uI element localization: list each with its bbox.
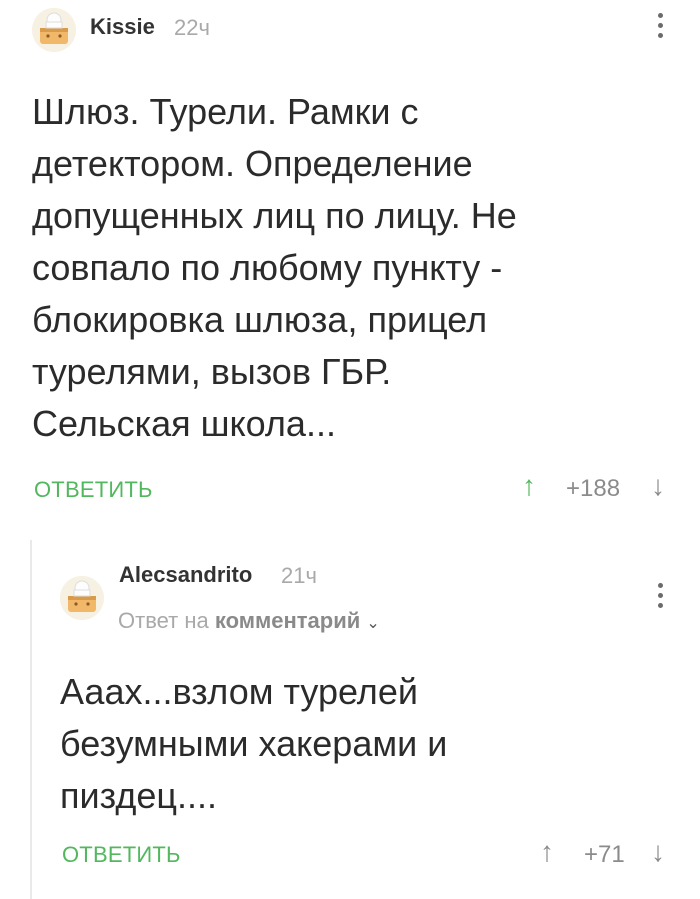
reply-button[interactable]: ОТВЕТИТЬ: [34, 477, 153, 503]
comment-text: Аааx...взлом турелей безумными хакерами …: [60, 671, 448, 816]
avatar[interactable]: [60, 576, 104, 620]
comment-text: Шлюз. Турели. Рамки с детектором. Опреде…: [32, 91, 517, 444]
reply-button[interactable]: ОТВЕТИТЬ: [62, 842, 181, 868]
chevron-down-icon[interactable]: ⌄: [366, 615, 379, 632]
arrow-down-icon[interactable]: ↓: [651, 470, 665, 502]
comment-rating: +188: [566, 475, 621, 502]
reply-to-prefix: Ответ на: [118, 608, 209, 633]
avatar-image: [32, 8, 76, 52]
avatar-image: [60, 576, 104, 620]
comment-rating: +71: [584, 841, 625, 868]
more-vertical-icon[interactable]: [650, 583, 670, 608]
thread-line: [30, 540, 32, 899]
more-vertical-icon[interactable]: [650, 13, 670, 38]
reply-to: Ответ на комментарий ⌄: [118, 608, 380, 634]
arrow-down-icon[interactable]: ↓: [651, 836, 665, 868]
comment-author[interactable]: Kissie: [90, 14, 155, 40]
arrow-up-icon[interactable]: ↑: [540, 836, 554, 868]
avatar[interactable]: [32, 8, 76, 52]
reply-to-link[interactable]: комментарий: [215, 608, 360, 633]
comment-time: 22ч: [174, 15, 210, 40]
comment-author[interactable]: Alecsandrito: [119, 562, 252, 588]
comment-time: 21ч: [281, 563, 317, 588]
arrow-up-icon[interactable]: ↑: [522, 470, 536, 502]
